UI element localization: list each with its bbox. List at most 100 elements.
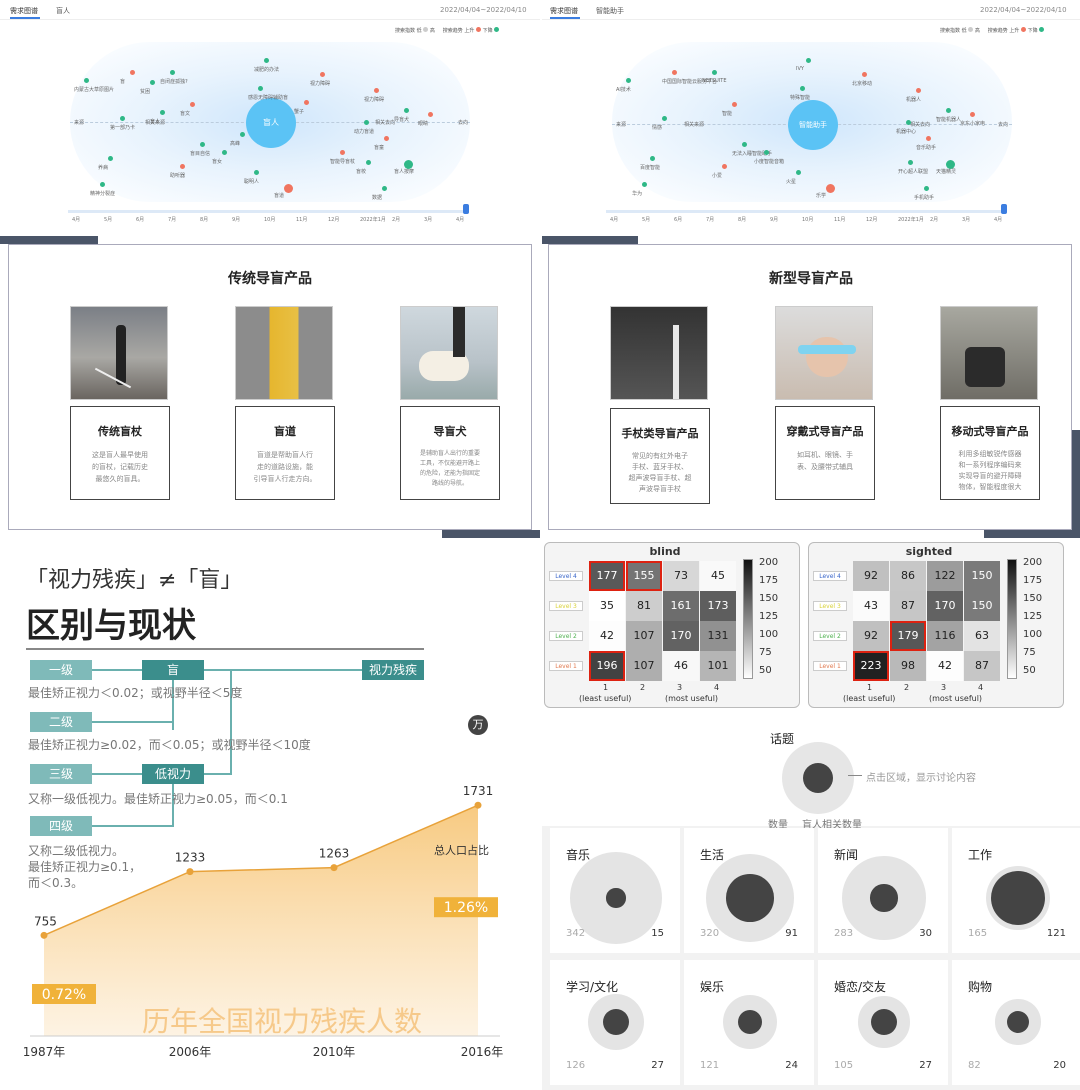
keyword-node-dot[interactable] — [806, 58, 811, 63]
keyword-node-label[interactable]: 感恩无障碍辅助盲 — [248, 94, 288, 101]
keyword-node-dot[interactable] — [800, 86, 805, 91]
keyword-node-dot[interactable] — [672, 70, 677, 75]
keyword-node-dot[interactable] — [320, 72, 325, 77]
keyword-node-label[interactable]: 盲 — [120, 78, 125, 85]
keyword-node-label[interactable]: IVY — [796, 66, 804, 72]
keyword-node-dot[interactable] — [264, 58, 269, 63]
keyword-node-label[interactable]: 天猫精灵 — [936, 168, 956, 175]
keyword-node-label[interactable]: 贫困 — [140, 88, 150, 95]
tab-keyword[interactable]: 盲人 — [56, 6, 70, 16]
keyword-node-label[interactable]: 北京移动 — [852, 80, 872, 87]
keyword-node-dot[interactable] — [722, 164, 727, 169]
keyword-node-dot[interactable] — [764, 150, 769, 155]
keyword-node-dot[interactable] — [108, 156, 113, 161]
topic-tile[interactable]: 新闻 283 30 — [818, 828, 948, 953]
keyword-node-label[interactable]: 眼睛 — [418, 120, 428, 127]
keyword-node-dot[interactable] — [84, 78, 89, 83]
keyword-node-label[interactable]: 视力障碍 — [364, 96, 384, 103]
keyword-node-label[interactable]: 小度智能音箱 — [754, 158, 784, 165]
keyword-node-label[interactable]: 智能 — [722, 110, 732, 117]
keyword-node-label[interactable]: 智能机器人 — [936, 116, 961, 123]
keyword-node-label[interactable]: 动力盲道 — [354, 128, 374, 135]
keyword-node-label[interactable]: 精神分裂症 — [90, 190, 115, 197]
keyword-node-dot[interactable] — [120, 116, 125, 121]
keyword-node-label[interactable]: 百度智能 — [640, 164, 660, 171]
product-card-mobile[interactable]: 移动式导盲产品 利用多组敏锐传感器 和一系列程序编码来 实现导盲的避开障碍 物体，智能… — [940, 406, 1040, 500]
keyword-node-dot[interactable] — [742, 142, 747, 147]
keyword-node-label[interactable]: 内蒙古大草原图片 — [74, 86, 114, 93]
keyword-node-dot[interactable] — [170, 70, 175, 75]
keyword-node-label[interactable]: 高峰 — [230, 140, 240, 147]
keyword-node-dot[interactable] — [364, 120, 369, 125]
keyword-node-dot[interactable] — [642, 182, 647, 187]
keyword-node-label[interactable]: 华为 — [632, 190, 642, 197]
keyword-node-dot[interactable] — [200, 142, 205, 147]
product-card-cane[interactable]: 传统盲杖 这是盲人最早使用 的盲杖，记载历史 最悠久的盲具。 — [70, 406, 170, 500]
keyword-node-label[interactable]: 智能导盲杖 — [330, 158, 355, 165]
data-point[interactable] — [474, 801, 482, 809]
keyword-node-dot[interactable] — [384, 136, 389, 141]
keyword-node-dot[interactable] — [924, 186, 929, 191]
topic-tile[interactable]: 工作 165 121 — [952, 828, 1080, 953]
center-node[interactable]: 盲人 — [246, 98, 296, 148]
timeline-handle[interactable] — [1001, 204, 1007, 214]
center-node[interactable]: 智能助手 — [788, 100, 838, 150]
keyword-node-label[interactable]: 自闭症孤独? — [160, 78, 188, 85]
keyword-node-dot[interactable] — [150, 80, 155, 85]
keyword-node-dot[interactable] — [428, 112, 433, 117]
product-card-wearable[interactable]: 穿戴式导盲产品 如耳机、眼镜、手 表、及腰带式辅具 — [775, 406, 875, 500]
keyword-node-label[interactable]: 机器中心 — [896, 128, 916, 135]
keyword-node-dot[interactable] — [732, 102, 737, 107]
tab-demand-graph[interactable]: 需求图谱 — [550, 6, 578, 16]
keyword-node-dot[interactable] — [916, 88, 921, 93]
keyword-node-dot[interactable] — [970, 112, 975, 117]
keyword-node-dot[interactable] — [130, 70, 135, 75]
keyword-node-label[interactable]: 开心超人联盟 — [898, 168, 928, 175]
topic-tile[interactable]: 购物 82 20 — [952, 960, 1080, 1085]
keyword-node-dot[interactable] — [712, 70, 717, 75]
keyword-node-dot[interactable] — [254, 170, 259, 175]
topic-tile[interactable]: 生活 320 91 — [684, 828, 814, 953]
keyword-node-dot[interactable] — [906, 120, 911, 125]
topic-tile[interactable]: 娱乐 121 24 — [684, 960, 814, 1085]
keyword-node-dot[interactable] — [826, 184, 835, 193]
keyword-node-label[interactable]: 盲女 — [212, 158, 222, 165]
keyword-node-label[interactable]: NETSUITE — [702, 78, 726, 84]
timeline-handle[interactable] — [463, 204, 469, 214]
keyword-node-label[interactable]: 小爱 — [712, 172, 722, 179]
keyword-node-dot[interactable] — [650, 156, 655, 161]
keyword-node-dot[interactable] — [240, 132, 245, 137]
topic-tile[interactable]: 音乐 342 15 — [550, 828, 680, 953]
keyword-node-label[interactable]: 特殊智能 — [790, 94, 810, 101]
keyword-node-label[interactable]: 蟹子 — [294, 108, 304, 115]
keyword-node-dot[interactable] — [382, 186, 387, 191]
keyword-node-dot[interactable] — [404, 108, 409, 113]
keyword-node-label[interactable]: 盲校 — [356, 168, 366, 175]
keyword-node-label[interactable]: 养病 — [98, 164, 108, 171]
keyword-node-label[interactable]: 手机助手 — [914, 194, 934, 201]
keyword-node-dot[interactable] — [222, 150, 227, 155]
keyword-node-label[interactable]: 导盲犬 — [394, 116, 409, 123]
keyword-node-dot[interactable] — [284, 184, 293, 193]
keyword-node-label[interactable]: 减肥的办法 — [254, 66, 279, 73]
keyword-node-label[interactable]: 火星 — [786, 178, 796, 185]
keyword-node-dot[interactable] — [180, 164, 185, 169]
keyword-node-dot[interactable] — [374, 88, 379, 93]
keyword-node-label[interactable]: 数据 — [372, 194, 382, 201]
keyword-node-label[interactable]: 情感 — [652, 124, 662, 131]
data-point[interactable] — [330, 864, 338, 872]
keyword-node-label[interactable]: 盲道 — [274, 192, 284, 199]
topic-tile[interactable]: 婚恋/交友 105 27 — [818, 960, 948, 1085]
keyword-node-label[interactable]: 助听器 — [170, 172, 185, 179]
tab-demand-graph[interactable]: 需求图谱 — [10, 6, 38, 16]
product-card-smart-cane[interactable]: 手杖类导盲产品 常见的有红外电子 手杖、蓝牙手杖、 超声波导盲手杖、超 声波导盲手杖 — [610, 408, 710, 504]
keyword-node-label[interactable]: 盲人 — [150, 118, 160, 125]
keyword-node-label[interactable]: 视力障碍 — [310, 80, 330, 87]
product-card-tactile-path[interactable]: 盲道 盲道是帮助盲人行 走的道路设施，能 引导盲人行走方向。 — [235, 406, 335, 500]
keyword-node-dot[interactable] — [160, 110, 165, 115]
keyword-node-dot[interactable] — [796, 170, 801, 175]
keyword-node-label[interactable]: 乐学 — [816, 192, 826, 199]
keyword-node-dot[interactable] — [626, 78, 631, 83]
data-point[interactable] — [186, 868, 194, 876]
keyword-node-dot[interactable] — [926, 136, 931, 141]
